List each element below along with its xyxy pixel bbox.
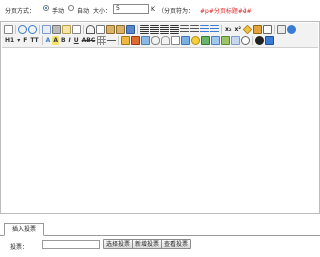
separator-close: ） <box>244 8 251 15</box>
manual-radio[interactable] <box>43 5 49 11</box>
font-size-icon[interactable]: TT <box>29 36 39 45</box>
select-all-icon[interactable] <box>253 25 262 34</box>
print-icon[interactable] <box>52 25 61 34</box>
vote-row: 投票： 选择投票 新增投票 查看投票 <box>0 238 320 252</box>
indent-icon[interactable] <box>200 25 209 34</box>
attachment-icon[interactable] <box>161 36 171 45</box>
vote-label: 投票： <box>10 244 29 251</box>
tab-bar: 插入投票 <box>0 221 320 236</box>
auto-label: 自动 <box>77 8 90 15</box>
anchor-icon[interactable] <box>277 25 286 34</box>
map-icon[interactable] <box>201 36 211 45</box>
paste-plain-icon[interactable] <box>116 25 125 34</box>
qq-icon[interactable] <box>255 36 265 45</box>
emoticon-icon[interactable] <box>191 36 201 45</box>
toolbar-separator <box>15 25 16 34</box>
media-icon[interactable] <box>141 36 151 45</box>
horizontal-rule-icon[interactable] <box>107 36 117 45</box>
toolbar-row-2: H1 ▾ F TT A A B I U ABC <box>4 35 275 46</box>
vote-input[interactable] <box>42 240 100 249</box>
select-vote-button[interactable]: 选择投票 <box>103 239 134 249</box>
heading-icon[interactable]: H1 <box>4 36 15 45</box>
underline-icon[interactable]: U <box>73 36 80 45</box>
help-icon[interactable] <box>287 25 296 34</box>
clear-format-icon[interactable] <box>242 24 253 35</box>
align-left-icon[interactable] <box>140 25 149 34</box>
size-label: 大小： <box>93 8 112 15</box>
toolbar-separator <box>137 25 138 34</box>
paste-word-icon[interactable] <box>126 25 135 34</box>
code-icon[interactable] <box>72 25 81 34</box>
editor-content-area[interactable] <box>2 48 318 213</box>
toolbar-separator <box>221 25 222 34</box>
bg-color-icon[interactable]: A <box>52 36 59 45</box>
toolbar-row-1: x₂ x² <box>4 24 296 35</box>
cut-icon[interactable] <box>86 25 95 34</box>
outdent-icon[interactable] <box>210 25 219 34</box>
tab-insert-vote[interactable]: 插入投票 <box>4 223 45 236</box>
flash-icon[interactable] <box>131 36 141 45</box>
superscript-icon[interactable]: x² <box>234 25 243 34</box>
align-justify-icon[interactable] <box>170 25 179 34</box>
time-icon[interactable] <box>241 36 251 45</box>
separator-label: （分页符为： <box>158 8 195 15</box>
undo-icon[interactable] <box>18 25 27 34</box>
view-vote-button[interactable]: 查看投票 <box>161 239 192 249</box>
link-icon[interactable] <box>151 36 161 45</box>
font-color-icon[interactable]: A <box>45 36 52 45</box>
align-center-icon[interactable] <box>150 25 159 34</box>
play-icon[interactable] <box>265 36 275 45</box>
code-block-icon[interactable] <box>211 36 221 45</box>
paste-icon[interactable] <box>106 25 115 34</box>
rich-text-editor: x₂ x² H1 ▾ F TT A A B I U ABC <box>0 21 320 214</box>
copy-icon[interactable] <box>96 25 105 34</box>
date-icon[interactable] <box>231 36 241 45</box>
toolbar-separator <box>118 36 120 45</box>
preview-icon[interactable] <box>42 25 51 34</box>
template-icon[interactable] <box>62 25 71 34</box>
size-input[interactable]: 5 <box>113 4 149 14</box>
toolbar-separator <box>252 36 254 45</box>
fullscreen-icon[interactable] <box>263 25 272 34</box>
image-icon[interactable] <box>121 36 131 45</box>
editor-toolbar: x₂ x² H1 ▾ F TT A A B I U ABC <box>2 23 318 48</box>
toolbar-separator <box>41 36 43 45</box>
subscript-icon[interactable]: x₂ <box>224 25 233 34</box>
size-unit: K <box>151 6 155 13</box>
toolbar-separator <box>83 25 84 34</box>
pagination-settings: 分页方式： 手动 自动 大小： 5 K （分页符为： #p#分页标题#e# ） <box>0 0 320 20</box>
source-icon[interactable] <box>4 25 13 34</box>
page-break-icon[interactable] <box>171 36 181 45</box>
strikethrough-icon[interactable]: ABC <box>81 36 97 45</box>
table-icon[interactable] <box>97 36 107 45</box>
font-family-icon[interactable]: F <box>22 36 28 45</box>
auto-radio[interactable] <box>68 5 74 11</box>
bold-icon[interactable]: B <box>60 36 67 45</box>
manual-label: 手动 <box>52 8 65 15</box>
chevron-down-icon[interactable]: ▾ <box>16 36 21 45</box>
pagination-label: 分页方式： <box>5 8 36 15</box>
toolbar-separator <box>39 25 40 34</box>
italic-icon[interactable]: I <box>68 36 72 45</box>
special-char-icon[interactable] <box>181 36 191 45</box>
ordered-list-icon[interactable] <box>180 25 189 34</box>
redo-icon[interactable] <box>28 25 37 34</box>
unordered-list-icon[interactable] <box>190 25 199 34</box>
align-right-icon[interactable] <box>160 25 169 34</box>
quote-icon[interactable] <box>221 36 231 45</box>
add-vote-button[interactable]: 新增投票 <box>132 239 163 249</box>
toolbar-separator <box>274 25 275 34</box>
